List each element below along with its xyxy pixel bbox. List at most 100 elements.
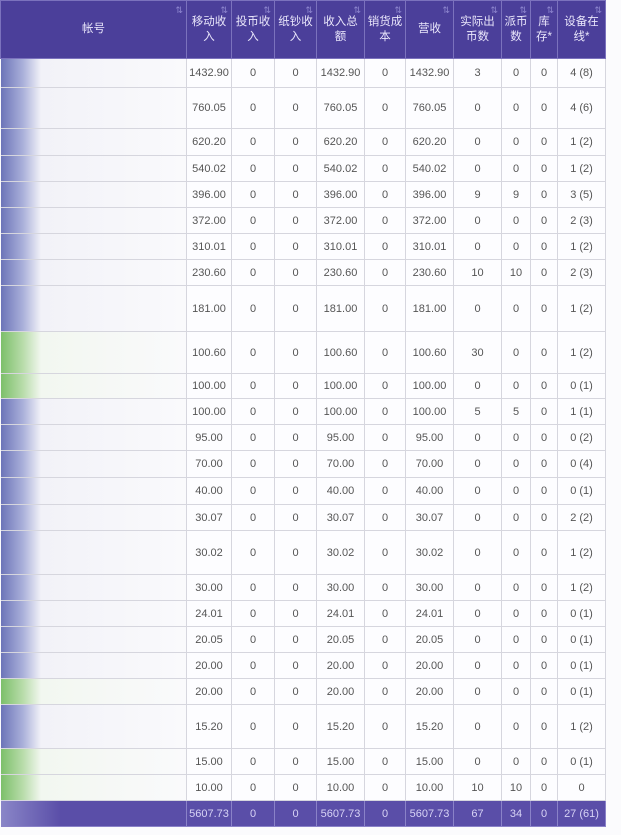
sort-arrows-icon[interactable]: ⇅	[490, 3, 498, 18]
cell-coin-income: 0	[231, 626, 275, 653]
sort-arrows-icon[interactable]: ⇅	[546, 3, 554, 18]
cell-coins-dispensed: 0	[501, 233, 531, 260]
cell-cost-of-goods: 0	[364, 373, 406, 399]
cell-coins-out: 0	[453, 678, 502, 705]
table-row[interactable]: 95.00 0 0 95.00 0 95.00 0 0 0 0 (2)	[0, 424, 606, 451]
table-row[interactable]: 100.00 0 0 100.00 0 100.00 5 5 0 1 (1)	[0, 398, 606, 425]
column-header-label: 收入总额	[323, 15, 358, 43]
table-row[interactable]: 24.01 0 0 24.01 0 24.01 0 0 0 0 (1)	[0, 600, 606, 627]
sort-arrows-icon[interactable]: ⇅	[519, 3, 527, 18]
cell-total-income: 310.01	[316, 233, 365, 260]
sort-arrows-icon[interactable]: ⇅	[594, 3, 602, 18]
table-row[interactable]: 20.05 0 0 20.05 0 20.05 0 0 0 0 (1)	[0, 626, 606, 653]
table-row[interactable]: 30.02 0 0 30.02 0 30.02 0 0 0 1 (2)	[0, 530, 606, 575]
table-row[interactable]: 181.00 0 0 181.00 0 181.00 0 0 0 1 (2)	[0, 285, 606, 332]
column-header-coins-dispensed[interactable]: 派币数 ⇅	[501, 0, 531, 59]
cell-revenue: 1432.90	[405, 58, 454, 88]
table-row[interactable]: 620.20 0 0 620.20 0 620.20 0 0 0 1 (2)	[0, 128, 606, 156]
cell-coins-dispensed: 0	[501, 600, 531, 627]
cell-total-income: 20.00	[316, 678, 365, 705]
table-row[interactable]: 10.00 0 0 10.00 0 10.00 10 10 0 0	[0, 774, 606, 801]
cell-revenue: 20.00	[405, 652, 454, 679]
cell-cost-of-goods: 0	[364, 285, 406, 332]
column-header-banknote-income[interactable]: 纸钞收入 ⇅	[274, 0, 317, 59]
table-row[interactable]: 70.00 0 0 70.00 0 70.00 0 0 0 0 (4)	[0, 450, 606, 478]
account-cell-redacted	[0, 774, 187, 801]
column-header-stock[interactable]: 库存* ⇅	[530, 0, 558, 59]
column-header-coins-out[interactable]: 实际出币数 ⇅	[453, 0, 502, 59]
cell-cost-of-goods: 0	[364, 233, 406, 260]
cell-devices-online: 1 (2)	[557, 128, 606, 156]
cell-stock: 0	[530, 155, 558, 182]
cell-total-income: 30.02	[316, 530, 365, 575]
column-header-account[interactable]: 帐号 ⇅	[0, 0, 187, 59]
cell-stock: 0	[530, 233, 558, 260]
column-header-devices-online[interactable]: 设备在线* ⇅	[557, 0, 606, 59]
cell-total-income: 1432.90	[316, 58, 365, 88]
cell-stock: 0	[530, 600, 558, 627]
account-cell-redacted	[0, 259, 187, 286]
table-row[interactable]: 20.00 0 0 20.00 0 20.00 0 0 0 0 (1)	[0, 652, 606, 679]
sort-arrows-icon[interactable]: ⇅	[442, 3, 450, 18]
table-row[interactable]: 100.60 0 0 100.60 0 100.60 30 0 0 1 (2)	[0, 331, 606, 374]
cell-total-income: 15.20	[316, 704, 365, 749]
cell-devices-online: 0 (2)	[557, 424, 606, 451]
column-header-coin-income[interactable]: 投币收入 ⇅	[231, 0, 275, 59]
sort-arrows-icon[interactable]: ⇅	[353, 3, 361, 18]
table-row[interactable]: 372.00 0 0 372.00 0 372.00 0 0 0 2 (3)	[0, 207, 606, 234]
table-row[interactable]: 30.07 0 0 30.07 0 30.07 0 0 0 2 (2)	[0, 504, 606, 531]
cell-banknote-income: 0	[274, 181, 317, 208]
cell-revenue: 372.00	[405, 207, 454, 234]
sort-arrows-icon[interactable]: ⇅	[175, 3, 183, 18]
cell-total-income: 30.07	[316, 504, 365, 531]
cell-total-income: 24.01	[316, 600, 365, 627]
total-banknote-income: 0	[274, 800, 317, 827]
cell-stock: 0	[530, 398, 558, 425]
cell-stock: 0	[530, 207, 558, 234]
table-row[interactable]: 540.02 0 0 540.02 0 540.02 0 0 0 1 (2)	[0, 155, 606, 182]
table-row[interactable]: 396.00 0 0 396.00 0 396.00 9 9 0 3 (5)	[0, 181, 606, 208]
column-header-cost-of-goods[interactable]: 销货成本 ⇅	[364, 0, 406, 59]
cell-coin-income: 0	[231, 574, 275, 601]
cell-cost-of-goods: 0	[364, 58, 406, 88]
cell-devices-online: 0 (1)	[557, 626, 606, 653]
cell-banknote-income: 0	[274, 450, 317, 478]
cell-coins-dispensed: 0	[501, 331, 531, 374]
column-header-total-income[interactable]: 收入总额 ⇅	[316, 0, 365, 59]
cell-coin-income: 0	[231, 424, 275, 451]
total-coins-dispensed: 34	[501, 800, 531, 827]
sort-arrows-icon[interactable]: ⇅	[305, 3, 313, 18]
sort-arrows-icon[interactable]: ⇅	[220, 3, 228, 18]
cell-coins-out: 0	[453, 87, 502, 129]
cell-mobile-income: 620.20	[186, 128, 232, 156]
table-row[interactable]: 20.00 0 0 20.00 0 20.00 0 0 0 0 (1)	[0, 678, 606, 705]
table-row[interactable]: 760.05 0 0 760.05 0 760.05 0 0 0 4 (6)	[0, 87, 606, 129]
column-header-mobile-income[interactable]: 移动收入 ⇅	[186, 0, 232, 59]
table-row[interactable]: 100.00 0 0 100.00 0 100.00 0 0 0 0 (1)	[0, 373, 606, 399]
column-header-label: 营收	[418, 23, 441, 35]
account-cell-redacted	[0, 373, 187, 399]
cell-stock: 0	[530, 259, 558, 286]
table-row[interactable]: 310.01 0 0 310.01 0 310.01 0 0 0 1 (2)	[0, 233, 606, 260]
table-row[interactable]: 15.20 0 0 15.20 0 15.20 0 0 0 1 (2)	[0, 704, 606, 749]
cell-total-income: 70.00	[316, 450, 365, 478]
table-row[interactable]: 1432.90 0 0 1432.90 0 1432.90 3 0 0 4 (8)	[0, 58, 606, 88]
sort-arrows-icon[interactable]: ⇅	[394, 3, 402, 18]
sort-arrows-icon[interactable]: ⇅	[263, 3, 271, 18]
cell-total-income: 100.00	[316, 373, 365, 399]
cell-devices-online: 1 (2)	[557, 530, 606, 575]
cell-mobile-income: 24.01	[186, 600, 232, 627]
table-row[interactable]: 15.00 0 0 15.00 0 15.00 0 0 0 0 (1)	[0, 748, 606, 775]
cell-devices-online: 0 (1)	[557, 477, 606, 505]
column-header-label: 派币数	[504, 15, 528, 43]
account-cell-redacted	[0, 207, 187, 234]
cell-mobile-income: 20.05	[186, 626, 232, 653]
table-row[interactable]: 30.00 0 0 30.00 0 30.00 0 0 0 1 (2)	[0, 574, 606, 601]
cell-revenue: 40.00	[405, 477, 454, 505]
cell-devices-online: 1 (2)	[557, 331, 606, 374]
table-row[interactable]: 230.60 0 0 230.60 0 230.60 10 10 0 2 (3)	[0, 259, 606, 286]
column-header-revenue[interactable]: 营收 ⇅	[405, 0, 454, 59]
table-row[interactable]: 40.00 0 0 40.00 0 40.00 0 0 0 0 (1)	[0, 477, 606, 505]
cell-stock: 0	[530, 774, 558, 801]
cell-banknote-income: 0	[274, 748, 317, 775]
